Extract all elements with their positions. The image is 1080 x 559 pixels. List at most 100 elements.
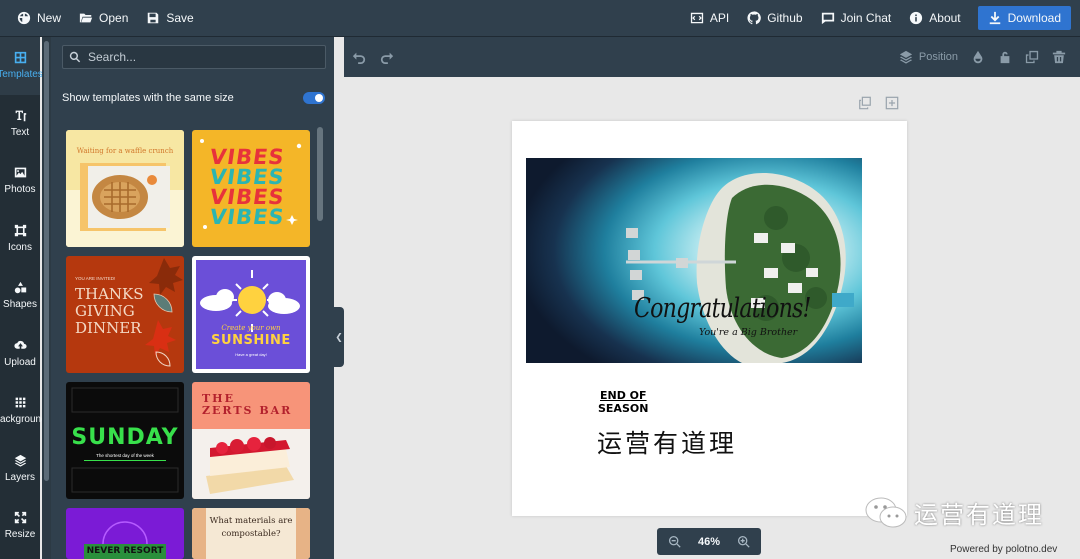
background-icon <box>15 397 25 408</box>
big-brother-text[interactable]: You're a Big Brother <box>699 327 797 338</box>
collapse-panel-handle[interactable]: ❮ <box>334 307 344 367</box>
github-icon <box>747 11 762 25</box>
rail-label: Resize <box>4 529 36 541</box>
open-button[interactable]: Open <box>70 4 137 32</box>
powered-by-link[interactable]: Powered by polotno.dev <box>950 544 1057 555</box>
new-icon <box>17 11 31 25</box>
chevron-left-icon: ❮ <box>335 331 343 342</box>
about-label: About <box>929 11 961 25</box>
rail-item-templates[interactable]: Templates <box>0 37 43 95</box>
icons-icon <box>14 224 26 236</box>
design-page[interactable]: Congratulations! You're a Big Brother EN… <box>512 121 907 516</box>
thanks-line-1: THANKS <box>75 285 144 303</box>
sunday-subtitle: The shortest day of the week <box>84 453 166 461</box>
compost-line-2: compostable? <box>221 529 281 539</box>
search-icon <box>69 51 81 63</box>
thanks-invite: YOU ARE INVITED! <box>75 276 116 281</box>
template-sunshine[interactable]: Create your own SUNSHINE Have a great da… <box>192 256 310 373</box>
template-grid: Waiting for a waffle crunch VIBES VIBES … <box>66 130 310 559</box>
rail-scroll-thumb[interactable] <box>44 41 49 481</box>
rail-item-photos[interactable]: Photos <box>0 152 40 210</box>
same-size-label: Show templates with the same size <box>62 92 234 104</box>
api-label: API <box>709 11 730 25</box>
rail-item-upload[interactable]: Upload <box>0 325 40 383</box>
shapes-icon <box>14 282 26 294</box>
template-thanksgiving[interactable]: YOU ARE INVITED! THANKS GIVING DINNER <box>66 256 184 373</box>
template-vibes[interactable]: VIBES VIBES VIBES VIBES <box>192 130 310 247</box>
redo-icon[interactable] <box>380 50 394 64</box>
text-icon <box>15 110 26 121</box>
thanks-line-2: GIVING <box>75 302 135 320</box>
same-size-toggle[interactable] <box>303 92 325 104</box>
search-box <box>62 45 326 69</box>
resize-icon <box>14 512 26 524</box>
undo-icon[interactable] <box>352 50 366 64</box>
side-navigation: Templates Text Photos Icons Shapes Uploa… <box>0 37 47 559</box>
same-size-row: Show templates with the same size <box>62 92 325 104</box>
github-button[interactable]: Github <box>738 4 811 32</box>
rail-label: Photos <box>4 184 36 196</box>
rail-label: Text <box>10 126 30 138</box>
rail-label: Shapes <box>3 299 37 311</box>
chinese-headline[interactable]: 运营有道理 <box>597 424 737 460</box>
download-label: Download <box>1007 11 1061 25</box>
rail-item-shapes[interactable]: Shapes <box>0 267 40 325</box>
wechat-icon <box>865 497 907 527</box>
duplicate-icon[interactable] <box>1025 50 1039 64</box>
rail-label: Background <box>0 414 47 426</box>
zoom-out-icon[interactable] <box>668 535 681 548</box>
end-of-season-text[interactable]: END OF SEASON <box>598 389 648 415</box>
chat-label: Join Chat <box>840 11 892 25</box>
template-never-resort[interactable]: NEVER RESORT <box>66 508 184 559</box>
trash-icon[interactable] <box>1052 50 1066 64</box>
save-label: Save <box>166 11 194 25</box>
end-of-line: END OF <box>600 389 647 402</box>
opacity-icon[interactable] <box>971 50 985 64</box>
save-button[interactable]: Save <box>137 4 202 32</box>
templates-panel: Show templates with the same size Waitin… <box>51 37 334 559</box>
vibes-text-4: VIBES <box>208 205 287 229</box>
rail-item-layers[interactable]: Layers <box>0 440 40 498</box>
template-compostable[interactable]: What materials are compostable? <box>192 508 310 559</box>
code-icon <box>690 12 703 24</box>
sunshine-title: SUNSHINE <box>211 333 291 348</box>
upload-icon <box>13 340 27 349</box>
panel-scrollbar[interactable] <box>317 127 323 557</box>
chat-icon <box>821 12 834 25</box>
api-button[interactable]: API <box>681 4 738 32</box>
lock-icon[interactable] <box>998 50 1012 64</box>
rail-label: Icons <box>8 241 32 253</box>
template-waffle[interactable]: Waiting for a waffle crunch <box>66 130 184 247</box>
floppy-disk-icon <box>148 12 159 24</box>
new-button[interactable]: New <box>8 4 70 32</box>
rail-item-background[interactable]: Background <box>0 382 47 440</box>
position-label: Position <box>918 51 958 63</box>
template-sunday[interactable]: SUNDAY The shortest day of the week <box>66 382 184 499</box>
rail-scrollbar[interactable] <box>42 37 51 559</box>
rail-item-icons[interactable]: Icons <box>0 210 40 268</box>
resort-photo[interactable] <box>526 158 862 363</box>
template-zerts-bar[interactable]: THE ZERTS BAR <box>192 382 310 499</box>
rail-item-text[interactable]: Text <box>0 95 40 153</box>
zoom-in-icon[interactable] <box>737 535 750 548</box>
watermark: 运营有道理 <box>864 495 1044 530</box>
rail-label: Upload <box>4 356 36 368</box>
congratulations-text[interactable]: Congratulations! <box>634 293 811 324</box>
add-page-icon[interactable] <box>885 96 899 110</box>
download-button[interactable]: Download <box>977 6 1071 30</box>
rail-item-resize[interactable]: Resize <box>0 497 40 555</box>
zoom-value: 46% <box>697 535 721 548</box>
layers-stack-icon <box>899 50 912 64</box>
position-button[interactable]: Position <box>899 50 958 64</box>
watermark-text: 运营有道理 <box>914 501 1044 529</box>
search-input[interactable] <box>88 50 308 64</box>
sunshine-create: Create your own <box>221 324 281 332</box>
about-button[interactable]: About <box>900 4 969 32</box>
panel-scroll-thumb[interactable] <box>317 127 323 221</box>
open-label: Open <box>99 11 129 25</box>
photos-icon <box>14 167 26 178</box>
templates-icon <box>14 52 26 64</box>
join-chat-button[interactable]: Join Chat <box>812 4 901 32</box>
page-controls <box>858 96 899 110</box>
duplicate-page-icon[interactable] <box>858 96 872 110</box>
